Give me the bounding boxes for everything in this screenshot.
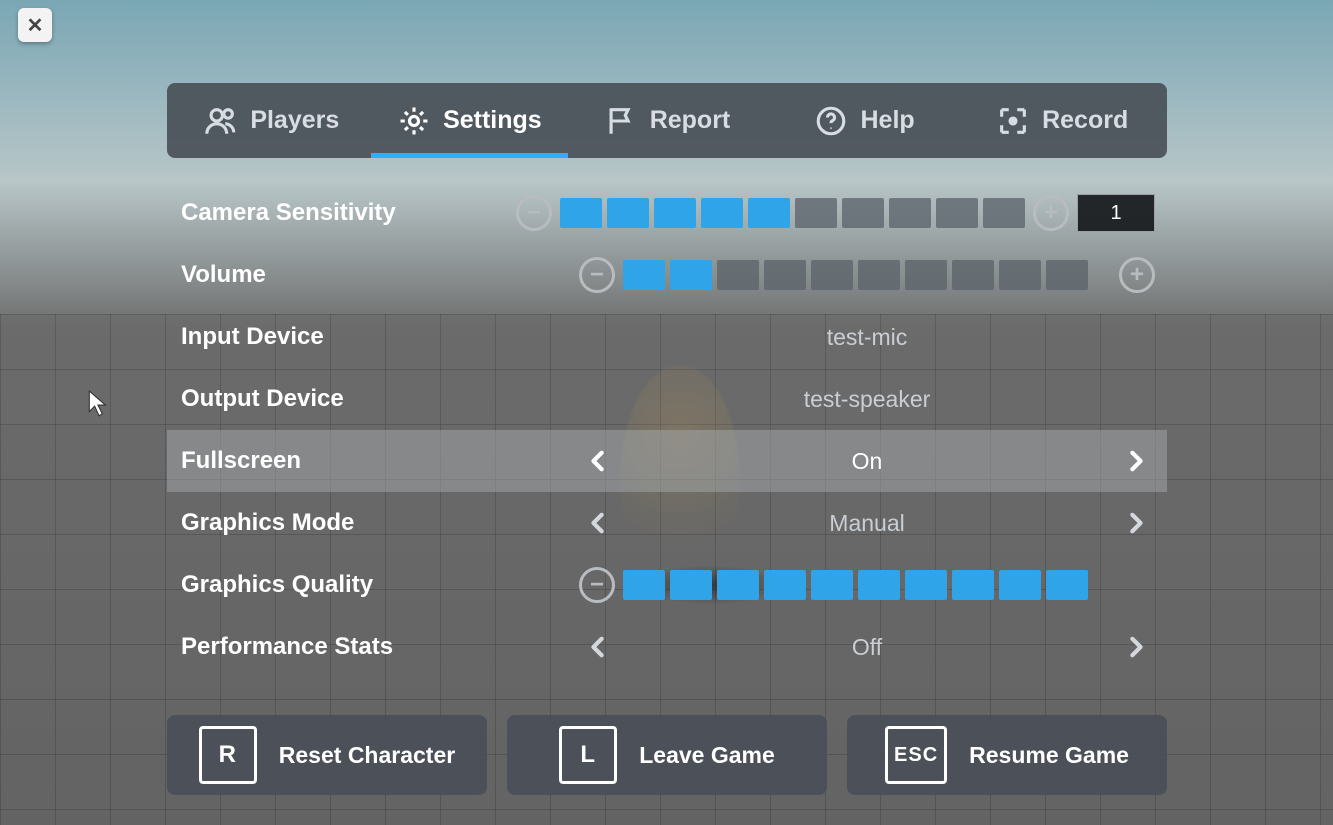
slider-segment — [811, 260, 853, 290]
flag-icon — [604, 104, 638, 138]
output-device-label: Output Device — [179, 385, 579, 413]
slider-segment — [983, 198, 1025, 228]
slider-segment — [748, 198, 790, 228]
volume-plus-button[interactable]: + — [1119, 257, 1155, 293]
camera-sensitivity-value-box[interactable]: 1 — [1077, 194, 1155, 232]
slider-segment — [905, 570, 947, 600]
close-icon: ✕ — [27, 13, 44, 38]
tab-record-label: Record — [1042, 106, 1128, 135]
row-camera-sensitivity: Camera Sensitivity − + 1 — [167, 182, 1167, 244]
leave-game-label: Leave Game — [639, 742, 775, 769]
tab-record[interactable]: Record — [963, 83, 1161, 158]
tab-report-label: Report — [650, 106, 731, 135]
input-device-value: test-mic — [579, 324, 1155, 351]
slider-segment — [764, 570, 806, 600]
close-button[interactable]: ✕ — [18, 8, 52, 42]
fullscreen-prev-button[interactable] — [579, 442, 617, 480]
resume-game-label: Resume Game — [969, 742, 1129, 769]
footer-bar: R Reset Character L Leave Game ESC Resum… — [167, 715, 1167, 795]
volume-minus-button[interactable]: − — [579, 257, 615, 293]
fullscreen-label: Fullscreen — [179, 447, 579, 475]
row-volume: Volume − + — [167, 244, 1167, 306]
performance-stats-value: Off — [617, 634, 1117, 661]
slider-segment — [1046, 570, 1088, 600]
tab-settings-label: Settings — [443, 106, 542, 135]
output-device-value: test-speaker — [579, 386, 1155, 413]
graphics-mode-next-button[interactable] — [1117, 504, 1155, 542]
slider-segment — [858, 260, 900, 290]
slider-segment — [936, 198, 978, 228]
camera-sensitivity-label: Camera Sensitivity — [179, 199, 516, 227]
players-icon — [204, 104, 238, 138]
graphics-mode-value: Manual — [617, 510, 1117, 537]
fullscreen-next-button[interactable] — [1117, 442, 1155, 480]
row-input-device: Input Device test-mic — [167, 306, 1167, 368]
reset-character-button[interactable]: R Reset Character — [167, 715, 487, 795]
camera-sensitivity-minus-button[interactable]: − — [516, 195, 552, 231]
slider-segment — [795, 198, 837, 228]
performance-stats-prev-button[interactable] — [579, 628, 617, 666]
camera-sensitivity-plus-button[interactable]: + — [1033, 195, 1069, 231]
reset-character-label: Reset Character — [279, 742, 455, 769]
tab-settings[interactable]: Settings — [371, 83, 569, 158]
slider-segment — [670, 260, 712, 290]
slider-segment — [1046, 260, 1088, 290]
row-performance-stats: Performance Stats Off — [167, 616, 1167, 678]
row-graphics-mode: Graphics Mode Manual — [167, 492, 1167, 554]
record-icon — [996, 104, 1030, 138]
slider-segment — [905, 260, 947, 290]
slider-segment — [717, 260, 759, 290]
slider-segment — [889, 198, 931, 228]
row-output-device: Output Device test-speaker — [167, 368, 1167, 430]
slider-segment — [811, 570, 853, 600]
tab-report[interactable]: Report — [568, 83, 766, 158]
keycap-r: R — [199, 726, 257, 784]
slider-segment — [764, 260, 806, 290]
slider-segment — [670, 570, 712, 600]
slider-segment — [842, 198, 884, 228]
graphics-mode-prev-button[interactable] — [579, 504, 617, 542]
slider-segment — [999, 570, 1041, 600]
slider-segment — [952, 260, 994, 290]
keycap-l: L — [559, 726, 617, 784]
slider-segment — [623, 260, 665, 290]
tab-players[interactable]: Players — [173, 83, 371, 158]
help-icon — [814, 104, 848, 138]
slider-segment — [717, 570, 759, 600]
slider-segment — [623, 570, 665, 600]
graphics-quality-minus-button[interactable]: − — [579, 567, 615, 603]
keycap-esc: ESC — [885, 726, 947, 784]
slider-segment — [858, 570, 900, 600]
volume-slider[interactable] — [623, 260, 1111, 290]
tab-help-label: Help — [860, 106, 914, 135]
volume-label: Volume — [179, 261, 579, 289]
resume-game-button[interactable]: ESC Resume Game — [847, 715, 1167, 795]
graphics-mode-label: Graphics Mode — [179, 509, 579, 537]
slider-segment — [560, 198, 602, 228]
slider-segment — [654, 198, 696, 228]
fullscreen-value: On — [617, 448, 1117, 475]
tab-help[interactable]: Help — [766, 83, 964, 158]
row-fullscreen[interactable]: Fullscreen On — [167, 430, 1167, 492]
tab-bar: Players Settings Report Help Record — [167, 83, 1167, 158]
settings-panel: Camera Sensitivity − + 1 Volume − + Inpu… — [167, 170, 1167, 700]
graphics-quality-label: Graphics Quality — [179, 571, 579, 599]
leave-game-button[interactable]: L Leave Game — [507, 715, 827, 795]
slider-segment — [999, 260, 1041, 290]
performance-stats-label: Performance Stats — [179, 633, 579, 661]
row-graphics-quality: Graphics Quality − — [167, 554, 1167, 616]
camera-sensitivity-slider[interactable] — [560, 198, 1025, 228]
performance-stats-next-button[interactable] — [1117, 628, 1155, 666]
slider-segment — [607, 198, 649, 228]
input-device-label: Input Device — [179, 323, 579, 351]
gear-icon — [397, 104, 431, 138]
tab-players-label: Players — [250, 106, 339, 135]
slider-segment — [701, 198, 743, 228]
slider-segment — [952, 570, 994, 600]
graphics-quality-slider[interactable] — [623, 570, 1155, 600]
